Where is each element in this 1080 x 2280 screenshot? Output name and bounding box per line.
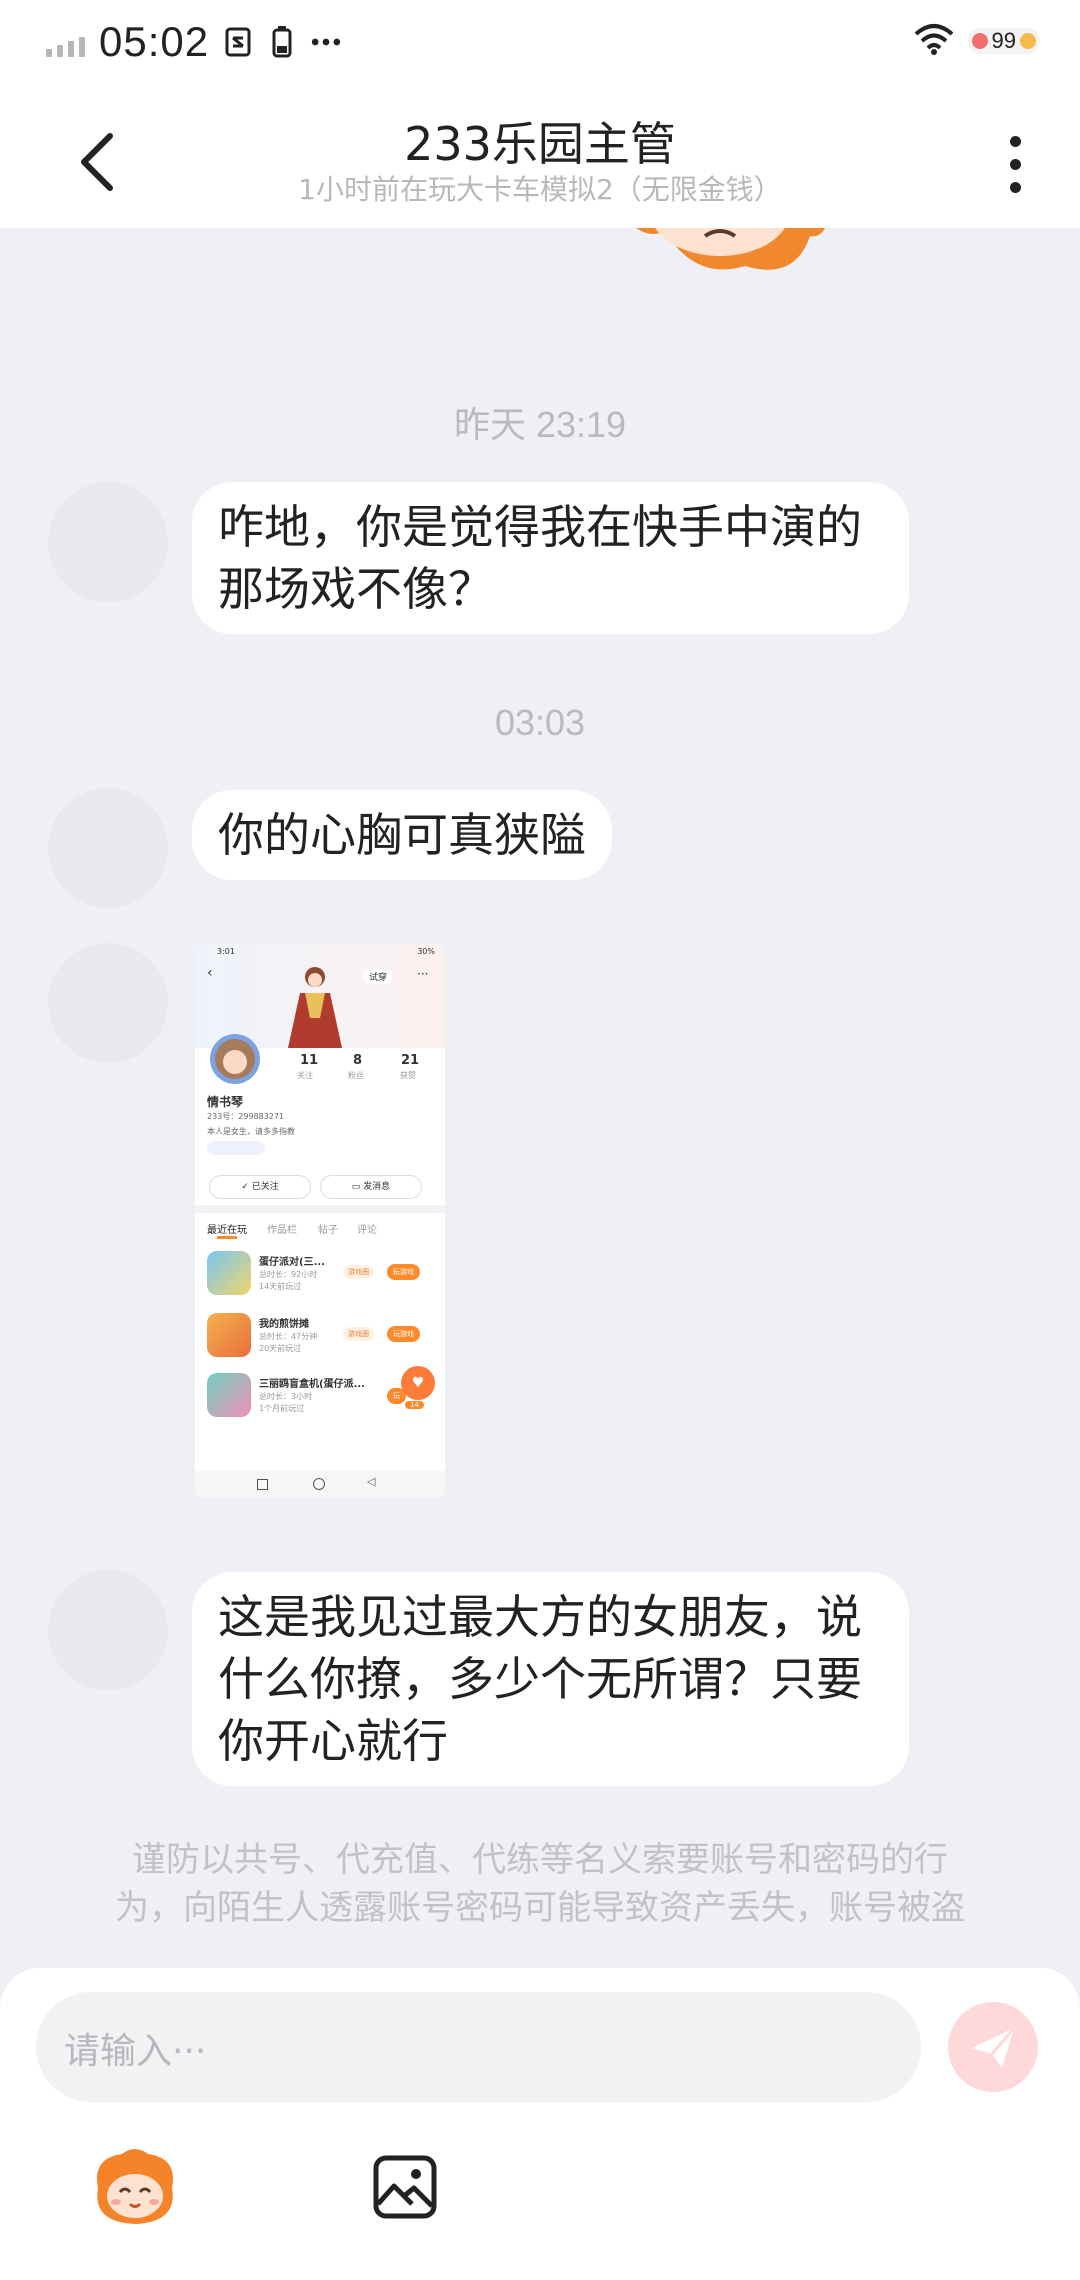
profile-avatar-icon xyxy=(210,1034,260,1084)
game-icon xyxy=(207,1251,251,1295)
home-icon xyxy=(313,1478,325,1490)
message-line: 什么你撩，多少个无所谓？只要 xyxy=(218,1652,862,1706)
wifi-icon xyxy=(912,22,956,60)
followed-label: 已关注 xyxy=(251,1182,279,1192)
chat-title: 233乐园主管 xyxy=(404,117,676,171)
message-line: 那场戏不像？ xyxy=(218,562,494,616)
message-list[interactable]: 昨天 23:19 咋地，你是觉得我在快手中演的 那场戏不像？ 03:03 你的心… xyxy=(0,228,1080,1968)
stat-num: 11 xyxy=(300,1053,319,1068)
game-meta: 1个月前玩过 xyxy=(259,1404,305,1413)
battery-level: 99 xyxy=(991,28,1016,53)
more-vertical-icon xyxy=(1009,135,1021,147)
game-meta: 总时长：47分钟 xyxy=(259,1332,318,1341)
mascot-emoji-icon xyxy=(97,2149,173,2224)
like-count: 14 xyxy=(405,1401,424,1409)
image-back-icon: ‹ xyxy=(207,965,213,981)
game-meta: 20天前玩过 xyxy=(259,1344,302,1353)
game-title: 蛋仔派对(三... xyxy=(259,1257,325,1268)
battery-red-dot xyxy=(971,33,988,49)
tab: 评论 xyxy=(357,1225,377,1236)
message-bubble[interactable]: 咋地，你是觉得我在快手中演的 那场戏不像？ xyxy=(192,482,909,634)
recent-apps-icon xyxy=(257,1479,268,1490)
game-title: 三丽鸥盲盒机(蛋仔派... xyxy=(259,1379,365,1390)
mascot-sticker-icon xyxy=(636,228,826,270)
image-divider xyxy=(195,1205,445,1213)
sim-icon xyxy=(223,25,253,59)
heart-icon: ♥ xyxy=(401,1366,435,1400)
tab: 最近在玩 xyxy=(207,1225,247,1236)
cellular-signal-icon xyxy=(46,27,85,57)
more-options-button[interactable] xyxy=(980,124,1050,204)
game-meta: 总时长：92小时 xyxy=(259,1270,318,1279)
game-icon xyxy=(207,1373,251,1417)
image-try-on: 试穿 xyxy=(363,969,394,984)
send-message-button: ▭ 发消息 xyxy=(320,1175,422,1199)
message-bubble[interactable]: 这是我见过最大方的女朋友，说 什么你撩，多少个无所谓？只要 你开心就行 xyxy=(192,1572,909,1786)
status-time: 05:02 xyxy=(99,18,210,65)
game-icon xyxy=(207,1313,251,1357)
stat-label: 获赞 xyxy=(400,1071,416,1080)
battery-saver-icon xyxy=(267,25,297,59)
profile-tag xyxy=(207,1141,265,1155)
chat-header: 233乐园主管 1小时前在玩大卡车模拟2（无限金钱） xyxy=(0,88,1080,228)
game-tag: 游戏圈 xyxy=(343,1265,374,1279)
back-triangle-icon: ◁ xyxy=(367,1475,376,1488)
stat-label: 粉丝 xyxy=(348,1071,364,1080)
input-placeholder: 请输入··· xyxy=(64,2031,207,2072)
stat-num: 8 xyxy=(353,1053,363,1068)
safety-notice: 谨防以共号、代充值、代练等名义索要账号和密码的行 为，向陌生人透露账号密码可能导… xyxy=(80,1836,1000,1932)
timestamp: 昨天 23:19 xyxy=(453,404,627,445)
play-button: 玩游戏 xyxy=(387,1326,420,1342)
battery-indicator: 99 xyxy=(967,28,1040,54)
followed-button: ✓ 已关注 xyxy=(209,1175,311,1199)
image-button[interactable] xyxy=(372,2154,438,2220)
more-dot xyxy=(1009,158,1021,170)
tab-indicator xyxy=(217,1236,237,1239)
send-msg-label: 发消息 xyxy=(363,1182,391,1192)
character-figure-icon xyxy=(288,967,342,1048)
notice-line: 为，向陌生人透露账号密码可能导致资产丢失，账号被盗 xyxy=(115,1888,965,1928)
avatar[interactable] xyxy=(48,943,168,1063)
send-icon xyxy=(972,2027,1016,2068)
tab: 帖子 xyxy=(318,1225,338,1236)
game-meta: 总时长：3小时 xyxy=(259,1392,313,1401)
message-line: 你的心胸可真狭隘 xyxy=(218,808,586,862)
stat-num: 21 xyxy=(401,1053,420,1068)
avatar[interactable] xyxy=(48,1570,168,1690)
tab: 作品栏 xyxy=(267,1225,297,1236)
image-icon xyxy=(373,2155,437,2219)
game-meta: 14天前玩过 xyxy=(259,1282,302,1291)
status-bar: 05:02 99 xyxy=(0,0,1080,88)
message-input[interactable]: 请输入··· xyxy=(36,1992,921,2102)
image-status-time: 3:01 xyxy=(217,947,235,956)
more-dot xyxy=(1009,181,1021,193)
more-status-icon xyxy=(311,25,341,59)
profile-name: 情书琴 xyxy=(207,1095,244,1109)
profile-bio: 本人是女生，请多多指教 xyxy=(207,1127,295,1136)
composer: 请输入··· xyxy=(0,1968,1080,2280)
image-battery: 30% xyxy=(417,947,435,956)
image-more-icon: ··· xyxy=(417,967,429,981)
image-navbar: ◁ xyxy=(195,1471,445,1498)
battery-orange-dot xyxy=(1020,33,1036,49)
message-line: 咋地，你是觉得我在快手中演的 xyxy=(218,500,862,554)
play-button: 玩游戏 xyxy=(387,1264,420,1280)
avatar[interactable] xyxy=(48,482,168,602)
chat-subtitle: 1小时前在玩大卡车模拟2（无限金钱） xyxy=(298,173,782,206)
game-tag: 游戏圈 xyxy=(343,1327,374,1341)
avatar[interactable] xyxy=(48,788,168,908)
status-left: 05:02 xyxy=(46,18,341,66)
message-line: 你开心就行 xyxy=(218,1714,448,1768)
image-message[interactable]: 3:01 30% ‹ 试穿 ··· 11 关注 8 粉丝 21 获赞 情书琴 2… xyxy=(195,943,445,1498)
status-right: 99 xyxy=(912,22,1040,60)
emoji-button[interactable] xyxy=(92,2148,178,2228)
message-line: 这是我见过最大方的女朋友，说 xyxy=(218,1590,862,1644)
message-bubble[interactable]: 你的心胸可真狭隘 xyxy=(192,790,612,880)
send-button[interactable] xyxy=(948,2002,1038,2092)
timestamp: 03:03 xyxy=(494,702,586,743)
stat-label: 关注 xyxy=(297,1071,313,1080)
notice-line: 谨防以共号、代充值、代练等名义索要账号和密码的行 xyxy=(132,1840,948,1880)
game-title: 我的煎饼摊 xyxy=(259,1319,309,1330)
profile-uid: 233号：299883271 xyxy=(207,1112,285,1121)
